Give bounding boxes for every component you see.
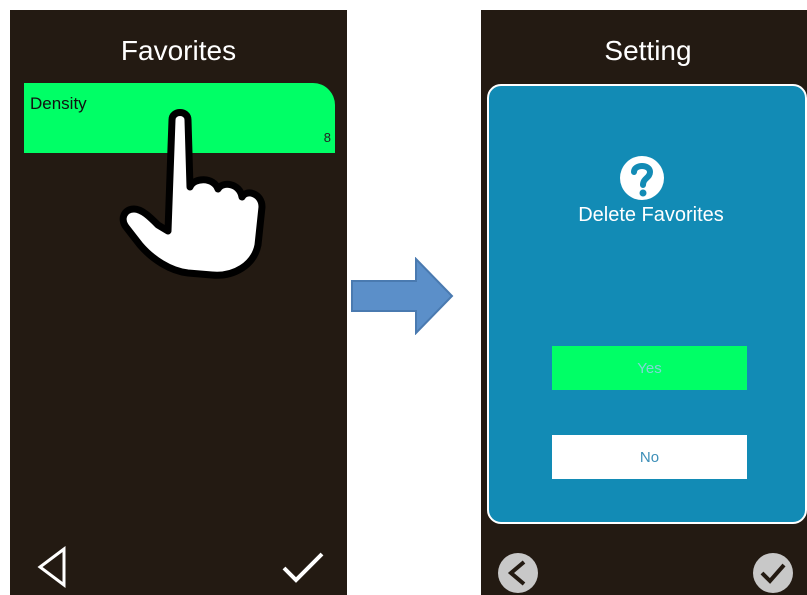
yes-button[interactable]: Yes bbox=[552, 346, 747, 390]
back-circle-icon[interactable] bbox=[497, 552, 539, 594]
right-arrow-icon bbox=[351, 257, 454, 335]
favorites-screen: Favorites Density 8 bbox=[10, 10, 347, 595]
checkmark-icon[interactable] bbox=[280, 550, 326, 586]
question-mark-icon bbox=[620, 156, 664, 200]
screen-title: Favorites bbox=[120, 35, 237, 66]
tap-hand-icon bbox=[119, 109, 266, 279]
favorite-item-value: 8 bbox=[323, 130, 331, 145]
delete-favorites-dialog: Delete Favorites Yes No bbox=[487, 84, 807, 524]
check-circle-icon[interactable] bbox=[751, 552, 795, 594]
no-button[interactable]: No bbox=[552, 435, 747, 479]
favorite-item-label: Density bbox=[30, 94, 87, 113]
setting-screen: Setting Delete Favorites Yes No bbox=[481, 10, 807, 595]
screen-title: Setting bbox=[604, 35, 692, 66]
back-triangle-icon[interactable] bbox=[34, 545, 70, 589]
dialog-message: Delete Favorites bbox=[578, 204, 724, 226]
